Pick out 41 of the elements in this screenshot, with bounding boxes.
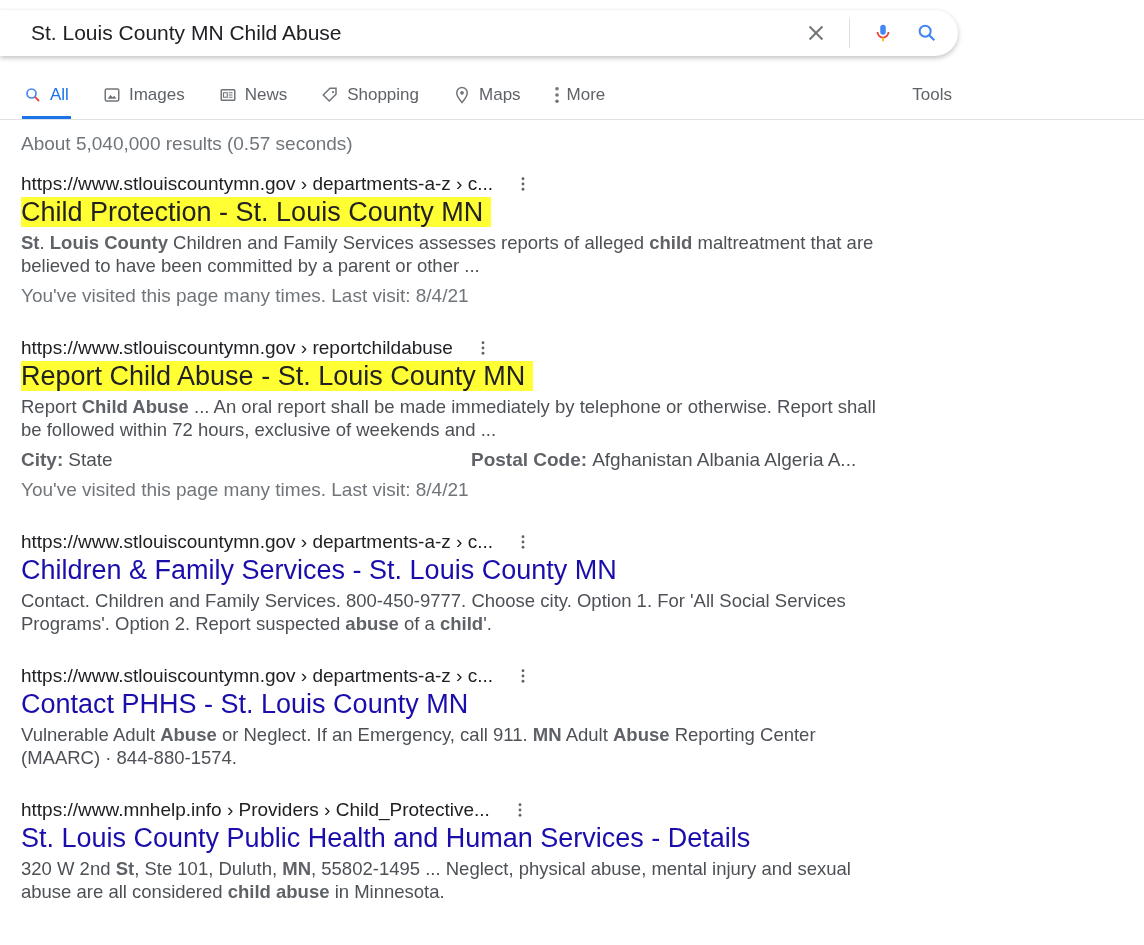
- tools-button[interactable]: Tools: [912, 85, 952, 119]
- result-snippet: St. Louis County Children and Family Services assesses reports of alleged child maltreatment that are believed to have been committed by a parent or other ...: [21, 231, 875, 277]
- location-pin-icon: [453, 86, 471, 104]
- image-icon: [102, 86, 121, 104]
- field-label: City:: [21, 449, 64, 470]
- tag-icon: [321, 86, 340, 104]
- search-icon: [24, 86, 42, 104]
- result-snippet: Report Child Abuse ... An oral report shall be made immediately by telephone or otherwise. Report shall be followed within 72 hours, exclusive of weekends and ...: [21, 395, 877, 441]
- result-url[interactable]: https://www.stlouiscountymn.gov › departments-a-z › c...: [21, 531, 493, 553]
- result-url[interactable]: https://www.stlouiscountymn.gov › reportchildabuse: [21, 337, 453, 359]
- result-url[interactable]: https://www.stlouiscountymn.gov › departments-a-z › c...: [21, 665, 493, 687]
- result-snippet: Contact. Children and Family Services. 800-450-9777. Choose city. Option 1. For 'All Social Services Programs'. Option 2. Report suspected abuse of a child'.: [21, 589, 847, 635]
- result-url[interactable]: https://www.mnhelp.info › Providers › Child_Protective...: [21, 799, 490, 821]
- visit-note: You've visited this page many times. Last visit: 8/4/21: [21, 479, 470, 501]
- tab[interactable]: News: [216, 85, 290, 119]
- tab[interactable]: Maps: [451, 85, 523, 119]
- tab[interactable]: All: [22, 85, 71, 119]
- result-title-link[interactable]: Contact PHHS - St. Louis County MN: [21, 689, 469, 719]
- newspaper-icon: [218, 86, 237, 104]
- search-icon[interactable]: [916, 22, 938, 44]
- result-snippet: 320 W 2nd St, Ste 101, Duluth, MN, 55802-1495 ... Neglect, physical abuse, mental injury and sexual abuse are all considered child abuse in Minnesota.: [21, 857, 852, 903]
- visit-note: You've visited this page many times. Last visit: 8/4/21: [21, 285, 470, 307]
- more-dots-icon: [554, 86, 559, 104]
- field-value: Afghanistan Albania Algeria A...: [592, 449, 857, 470]
- result-url[interactable]: https://www.stlouiscountymn.gov › departments-a-z › c...: [21, 173, 493, 195]
- more-options-icon[interactable]: [517, 803, 522, 817]
- more-options-icon[interactable]: [521, 669, 525, 683]
- result-title-link[interactable]: St. Louis County Public Health and Human Services - Details: [21, 823, 751, 853]
- field-value: State: [68, 449, 113, 470]
- tab[interactable]: More: [552, 85, 608, 119]
- more-options-icon[interactable]: [521, 177, 525, 191]
- tab[interactable]: Images: [100, 85, 187, 119]
- result-title-link[interactable]: Child Protection - St. Louis County MN: [21, 197, 492, 227]
- more-options-icon[interactable]: [521, 535, 525, 549]
- field-label: Postal Code:: [471, 449, 588, 470]
- result-stats: About 5,040,000 results (0.57 seconds): [21, 133, 354, 155]
- tab[interactable]: Shopping: [319, 85, 421, 119]
- result-title-link[interactable]: Children & Family Services - St. Louis County MN: [21, 555, 617, 585]
- more-options-icon[interactable]: [480, 341, 485, 355]
- result-title-link[interactable]: Report Child Abuse - St. Louis County MN: [21, 361, 534, 391]
- result-snippet: Vulnerable Adult Abuse or Neglect. If an Emergency, call 911. MN Adult Abuse Reporting Center (MAARC) · 844-880-1574.: [21, 723, 817, 769]
